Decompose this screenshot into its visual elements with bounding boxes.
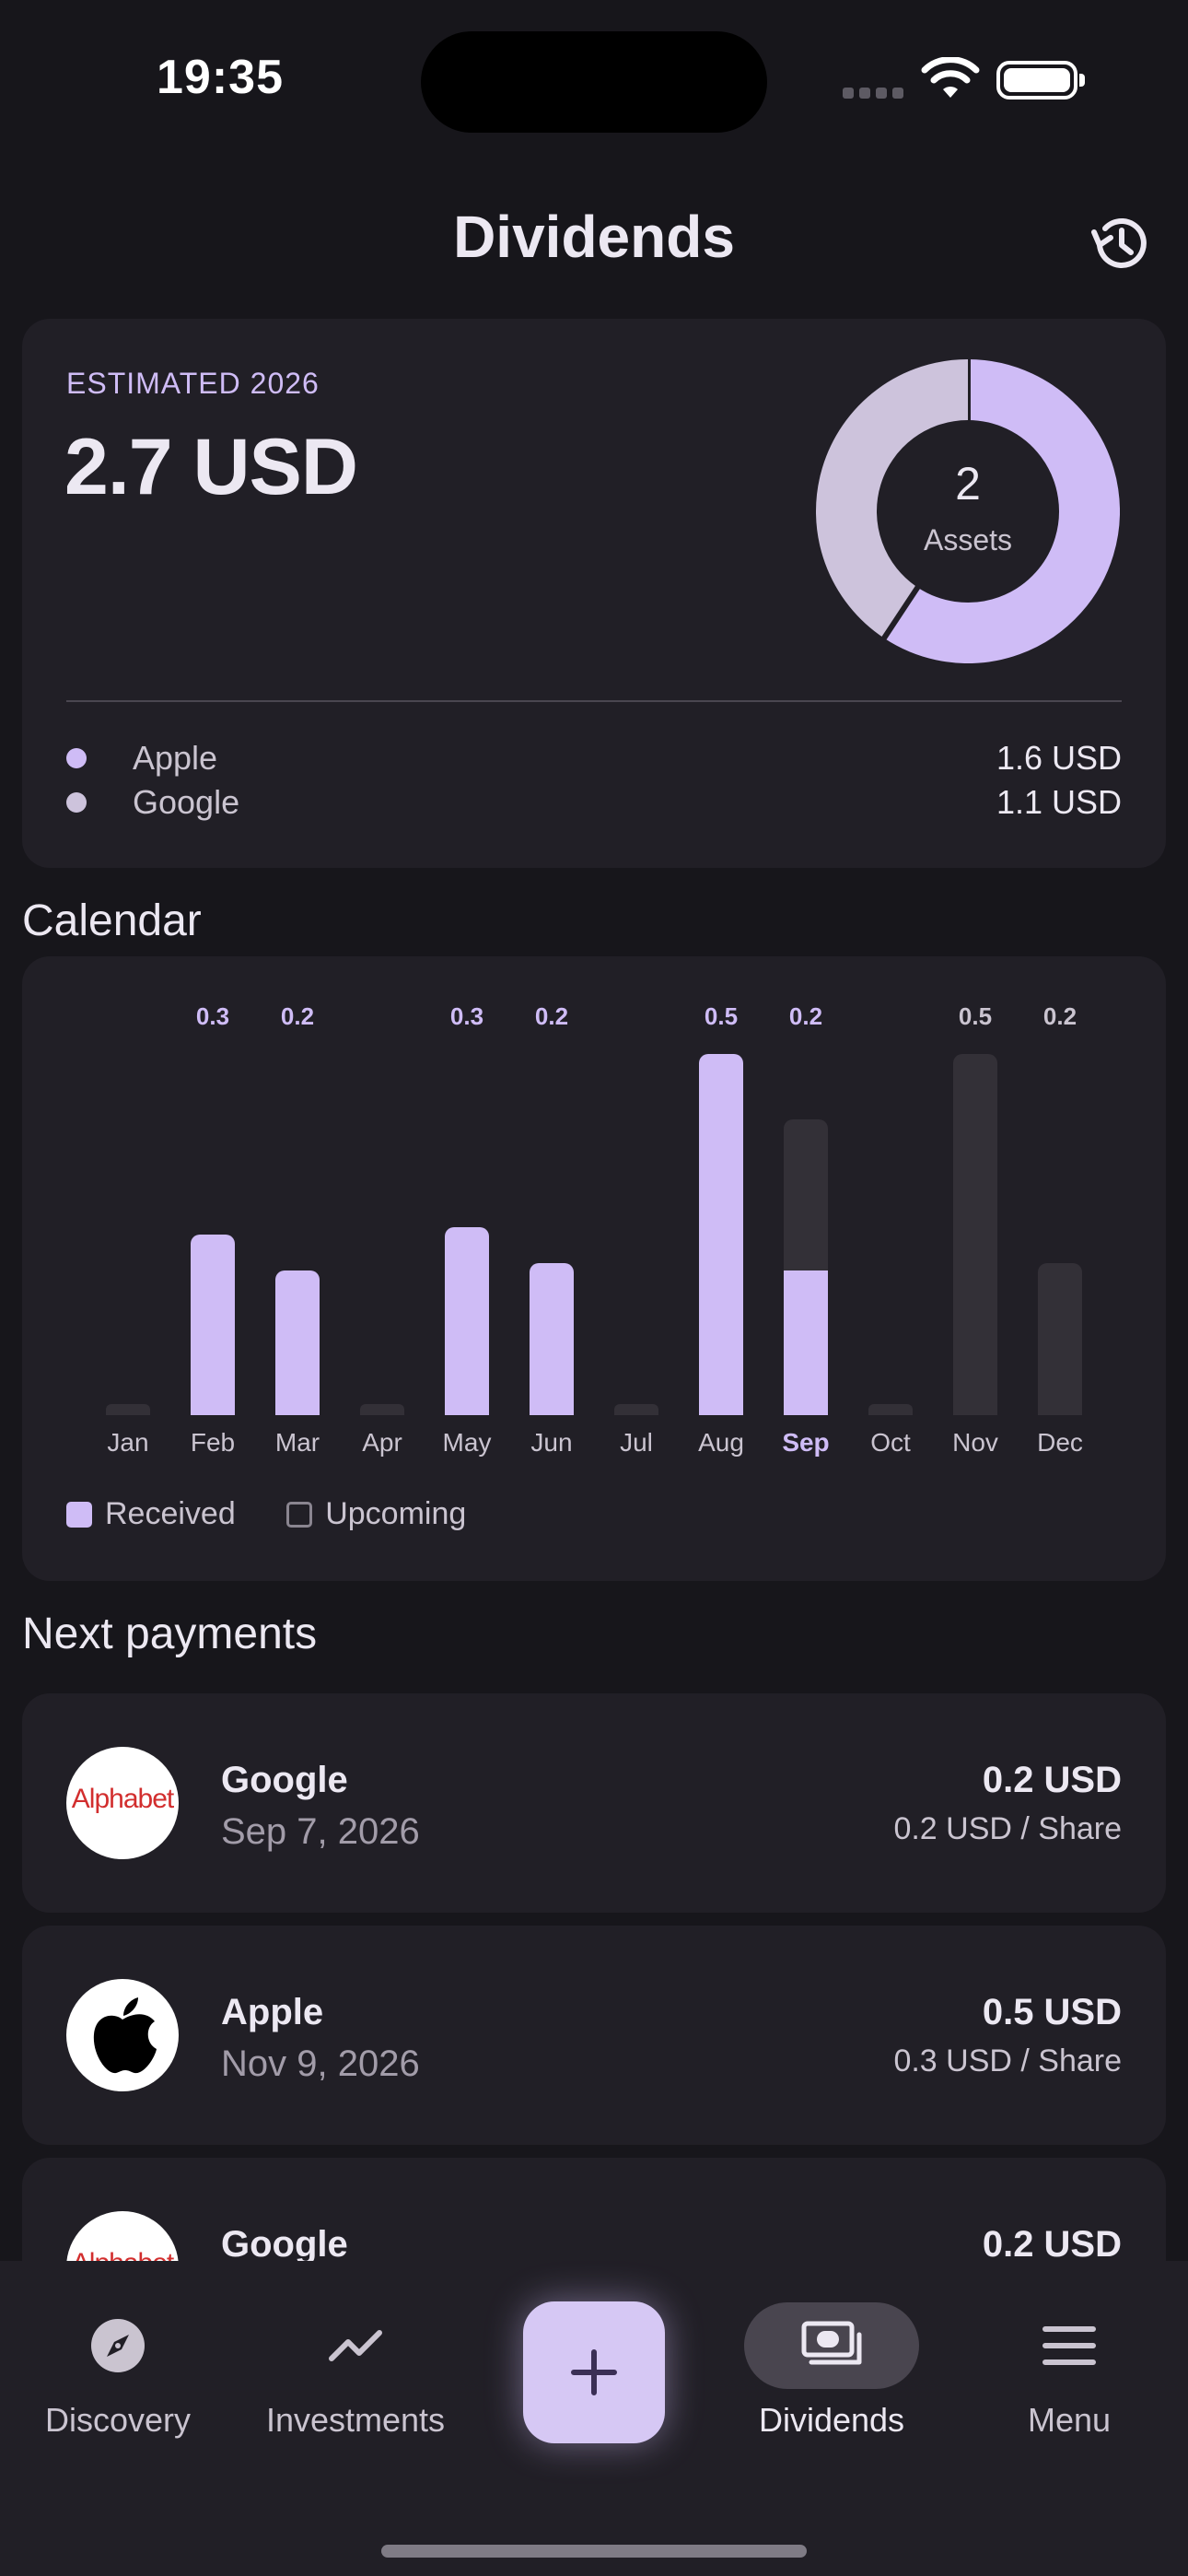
asset-count-label: Assets bbox=[923, 523, 1013, 556]
holding-row: Apple 1.6 USD bbox=[66, 735, 1122, 779]
legend-upcoming: Upcoming bbox=[286, 1496, 466, 1532]
trend-icon bbox=[329, 2330, 382, 2361]
month-label-aug[interactable]: Aug bbox=[684, 1428, 758, 1458]
home-indicator bbox=[381, 2545, 807, 2558]
month-label-jul[interactable]: Jul bbox=[600, 1428, 673, 1458]
holding-name: Apple bbox=[133, 739, 218, 777]
bar-value-label-aug: 0.5 bbox=[704, 1002, 739, 1030]
battery-icon bbox=[996, 61, 1085, 100]
nav-label: Dividends bbox=[758, 2401, 905, 2439]
calendar-section-title: Calendar bbox=[22, 896, 202, 945]
payment-amount: 0.5 USD bbox=[982, 1992, 1122, 2032]
compass-icon bbox=[91, 2319, 145, 2372]
month-label-jun[interactable]: Jun bbox=[515, 1428, 588, 1458]
estimate-label: ESTIMATED 2026 bbox=[66, 367, 320, 400]
month-label-may[interactable]: May bbox=[430, 1428, 504, 1458]
bottom-navigation: Discovery Investments Dividends Menu bbox=[0, 2261, 1188, 2576]
month-label-nov[interactable]: Nov bbox=[938, 1428, 1012, 1458]
status-bar: 19:35 bbox=[0, 0, 1188, 147]
month-label-oct[interactable]: Oct bbox=[854, 1428, 927, 1458]
received-swatch bbox=[66, 1502, 92, 1528]
payment-card[interactable]: Alphabet Google Sep 7, 2026 0.2 USD 0.2 … bbox=[22, 1693, 1166, 1913]
bar-upcoming-sep[interactable] bbox=[784, 1118, 828, 1271]
page-title: Dividends bbox=[453, 204, 735, 270]
holding-amount: 1.6 USD bbox=[996, 739, 1122, 777]
history-icon bbox=[1091, 217, 1147, 268]
nav-label: Discovery bbox=[44, 2401, 192, 2439]
payment-per-share: 0.3 USD / Share bbox=[893, 2043, 1122, 2078]
bar-empty-jul bbox=[614, 1404, 658, 1415]
bar-value-label-sep: 0.2 bbox=[788, 1002, 823, 1030]
history-button[interactable] bbox=[1087, 210, 1153, 276]
legend-received-label: Received bbox=[105, 1496, 236, 1531]
bar-received-jun[interactable] bbox=[530, 1263, 574, 1415]
bar-received-mar[interactable] bbox=[275, 1270, 320, 1415]
payment-per-share: 0.2 USD / Share bbox=[893, 1811, 1122, 1846]
nav-label: Menu bbox=[1027, 2401, 1112, 2439]
nav-menu[interactable]: Menu bbox=[968, 2301, 1171, 2440]
alphabet-logo: Alphabet bbox=[66, 1747, 179, 1859]
bar-received-may[interactable] bbox=[445, 1227, 489, 1415]
donut-center: 2 Assets bbox=[816, 359, 1120, 663]
bar-received-feb[interactable] bbox=[191, 1235, 235, 1415]
payment-amount: 0.2 USD bbox=[982, 2224, 1122, 2265]
month-label-sep[interactable]: Sep bbox=[769, 1428, 843, 1458]
bar-upcoming-dec[interactable] bbox=[1038, 1263, 1082, 1415]
bar-value-label-may: 0.3 bbox=[449, 1002, 484, 1030]
holding-color-dot bbox=[66, 748, 87, 768]
bar-value-label-dec: 0.2 bbox=[1042, 1002, 1077, 1030]
signal-icon bbox=[843, 87, 909, 103]
payment-date: Sep 7, 2026 bbox=[221, 1811, 420, 1852]
estimate-total: 2.7 USD bbox=[64, 423, 358, 511]
holding-name: Google bbox=[133, 783, 240, 821]
month-label-apr[interactable]: Apr bbox=[345, 1428, 419, 1458]
cash-icon bbox=[801, 2321, 862, 2365]
legend-received: Received bbox=[66, 1496, 236, 1532]
divider bbox=[66, 700, 1122, 702]
bar-received-sep[interactable] bbox=[784, 1270, 828, 1415]
add-button[interactable] bbox=[523, 2301, 665, 2443]
monthly-dividend-chart: Jan 0.3 Feb 0.2 Mar Apr 0.3 May 0.2 Jun Jul 0.5 Aug 0… bbox=[22, 956, 1166, 1509]
payment-date: Nov 9, 2026 bbox=[221, 2043, 420, 2084]
legend-upcoming-label: Upcoming bbox=[325, 1496, 467, 1531]
bar-received-aug[interactable] bbox=[699, 1054, 743, 1415]
asset-count: 2 bbox=[955, 458, 981, 509]
month-label-feb[interactable]: Feb bbox=[176, 1428, 250, 1458]
bar-empty-apr bbox=[360, 1404, 404, 1415]
chart-legend: Received Upcoming bbox=[66, 1496, 508, 1532]
bar-empty-oct bbox=[868, 1404, 913, 1415]
payment-asset-name: Google bbox=[221, 2224, 348, 2265]
holding-amount: 1.1 USD bbox=[996, 783, 1122, 821]
payment-asset-name: Google bbox=[221, 1760, 348, 1800]
bar-value-label-jun: 0.2 bbox=[534, 1002, 569, 1030]
nav-label: Investments bbox=[265, 2401, 446, 2439]
apple-logo bbox=[66, 1979, 179, 2091]
menu-icon bbox=[1042, 2326, 1096, 2365]
next-payments-title: Next payments bbox=[22, 1610, 318, 1658]
payment-amount: 0.2 USD bbox=[982, 1760, 1122, 1800]
holding-color-dot bbox=[66, 792, 87, 813]
payment-asset-name: Apple bbox=[221, 1992, 324, 2032]
calendar-card: Jan 0.3 Feb 0.2 Mar Apr 0.3 May 0.2 Jun Jul 0.5 Aug 0… bbox=[22, 956, 1166, 1581]
dynamic-island bbox=[421, 31, 767, 133]
bar-upcoming-nov[interactable] bbox=[953, 1054, 997, 1415]
month-label-mar[interactable]: Mar bbox=[261, 1428, 334, 1458]
nav-discovery[interactable]: Discovery bbox=[17, 2301, 219, 2440]
dividend-summary-card: ESTIMATED 2026 2.7 USD 2 Assets Apple 1.… bbox=[22, 319, 1166, 868]
bar-value-label-nov: 0.5 bbox=[958, 1002, 993, 1030]
bar-value-label-mar: 0.2 bbox=[280, 1002, 315, 1030]
holding-row: Google 1.1 USD bbox=[66, 779, 1122, 824]
upcoming-swatch bbox=[286, 1502, 313, 1528]
payment-card[interactable]: Apple Nov 9, 2026 0.5 USD 0.3 USD / Shar… bbox=[22, 1926, 1166, 2145]
wifi-icon bbox=[921, 57, 980, 98]
plus-icon bbox=[571, 2349, 617, 2395]
active-indicator bbox=[744, 2302, 919, 2389]
nav-investments[interactable]: Investments bbox=[254, 2301, 457, 2440]
status-time: 19:35 bbox=[157, 51, 284, 104]
month-label-jan[interactable]: Jan bbox=[91, 1428, 165, 1458]
month-label-dec[interactable]: Dec bbox=[1023, 1428, 1097, 1458]
bar-empty-jan bbox=[106, 1404, 150, 1415]
bar-value-label-feb: 0.3 bbox=[195, 1002, 230, 1030]
nav-dividends[interactable]: Dividends bbox=[730, 2301, 933, 2440]
